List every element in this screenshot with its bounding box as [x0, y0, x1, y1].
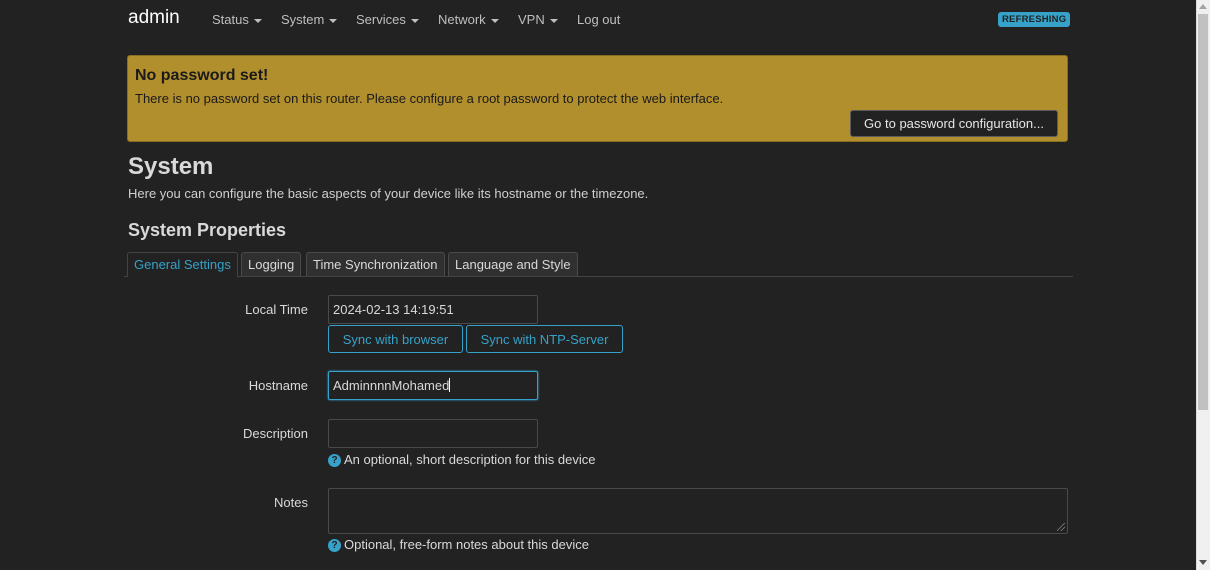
menu-status[interactable]: Status: [212, 12, 262, 27]
text-cursor: [449, 378, 451, 392]
alert-title: No password set!: [135, 67, 269, 84]
description-input[interactable]: [328, 419, 538, 448]
menu-system[interactable]: System: [281, 12, 338, 27]
caret-down-icon: [329, 18, 338, 23]
notes-wrapper: [328, 488, 1068, 534]
hostname-input[interactable]: AdminnnnMohamed: [328, 371, 538, 400]
alert-message: There is no password set on this router.…: [135, 91, 724, 106]
help-circle-icon: ?: [328, 539, 341, 552]
caret-down-icon: [410, 18, 419, 23]
tab-time-synchronization[interactable]: Time Synchronization: [306, 252, 445, 276]
scroll-down-arrow-icon[interactable]: [1199, 560, 1207, 565]
notes-label: Notes: [274, 495, 308, 510]
caret-down-icon: [490, 18, 499, 23]
caret-down-icon: [549, 18, 558, 23]
menu-network[interactable]: Network: [438, 12, 499, 27]
help-circle-icon: ?: [328, 454, 341, 467]
page-description: Here you can configure the basic aspects…: [128, 186, 649, 201]
menu-services[interactable]: Services: [356, 12, 419, 27]
brand-link[interactable]: admin: [128, 7, 180, 29]
sync-browser-button[interactable]: Sync with browser: [328, 325, 463, 353]
tab-logging[interactable]: Logging: [241, 252, 302, 276]
scroll-up-arrow-icon[interactable]: [1199, 4, 1207, 9]
local-time-label: Local Time: [245, 302, 308, 317]
notes-hint-text: Optional, free-form notes about this dev…: [344, 537, 589, 552]
notes-textarea[interactable]: [328, 488, 1068, 534]
menu-network-label: Network: [438, 12, 486, 27]
caret-down-icon: [253, 18, 262, 23]
local-time-value: 2024-02-13 14:19:51: [328, 295, 538, 324]
notes-hint: ? Optional, free-form notes about this de…: [328, 537, 589, 552]
menu-services-label: Services: [356, 12, 406, 27]
hostname-label: Hostname: [248, 378, 308, 393]
menu-status-label: Status: [212, 12, 249, 27]
description-label: Description: [242, 426, 308, 441]
menu-system-label: System: [281, 12, 325, 27]
password-config-button[interactable]: Go to password configuration...: [850, 110, 1058, 137]
section-title: System Properties: [128, 220, 287, 240]
refreshing-badge[interactable]: REFRESHING: [998, 12, 1071, 27]
description-hint: ? An optional, short description for this…: [328, 452, 595, 467]
menu-vpn-label: VPN: [518, 12, 545, 27]
page-title: System: [128, 153, 214, 180]
tab-language-and-style[interactable]: Language and Style: [448, 252, 578, 276]
resize-grip-icon[interactable]: [1057, 523, 1065, 531]
scrollbar-thumb[interactable]: [1198, 14, 1208, 410]
sync-ntp-button[interactable]: Sync with NTP-Server: [466, 325, 623, 353]
hostname-value: AdminnnnMohamed: [333, 378, 450, 393]
description-hint-text: An optional, short description for this …: [344, 452, 596, 467]
menu-logout[interactable]: Log out: [577, 12, 620, 27]
menu-vpn[interactable]: VPN: [518, 12, 558, 27]
tab-general-settings[interactable]: General Settings: [127, 252, 238, 277]
